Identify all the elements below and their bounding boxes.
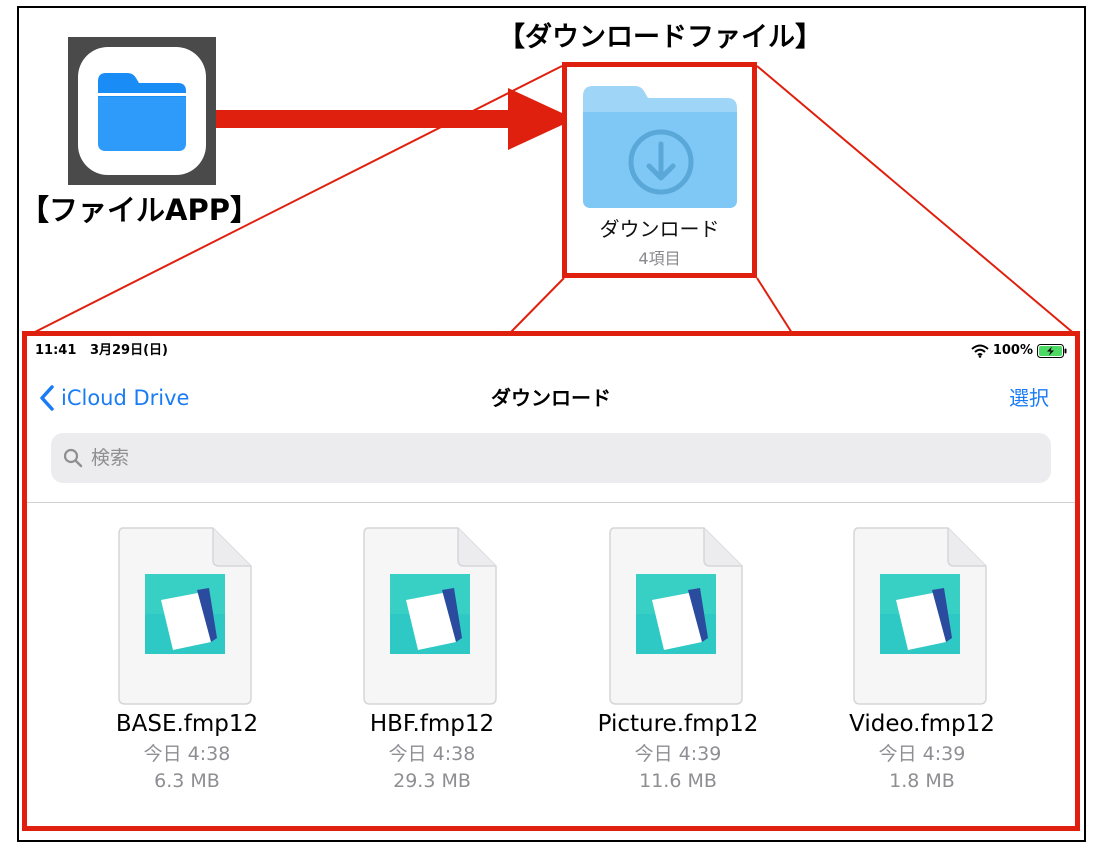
battery-charging-icon (1037, 344, 1067, 358)
back-button-label: iCloud Drive (61, 386, 190, 410)
file-item-base[interactable]: BASE.fmp12 今日 4:38 6.3 MB (67, 526, 307, 806)
file-item-picture[interactable]: Picture.fmp12 今日 4:39 11.6 MB (558, 526, 798, 806)
file-item-hbf[interactable]: HBF.fmp12 今日 4:38 29.3 MB (312, 526, 552, 806)
filemaker-document-icon (609, 527, 743, 705)
filemaker-document-icon (118, 527, 252, 705)
app-caption: 【ファイルAPP】 (20, 193, 259, 227)
search-icon (63, 448, 83, 468)
file-name: Picture.fmp12 (597, 711, 759, 737)
folder-callout-title: 【ダウンロードファイル】 (498, 22, 822, 53)
wifi-icon (971, 344, 989, 358)
filemaker-document-icon (363, 527, 497, 705)
file-date: 今日 4:38 (388, 743, 476, 765)
navigation-bar: iCloud Drive ダウンロード 選択 (27, 376, 1075, 420)
filemaker-document-icon (853, 527, 987, 705)
select-button[interactable]: 選択 (1009, 376, 1049, 420)
page-title: ダウンロード (491, 386, 611, 410)
download-folder-highlight: ダウンロード 4項目 (562, 62, 757, 278)
ipad-files-screen: 11:41 3月29日(日) 100% iCloud Drive ダウンロード … (22, 331, 1080, 831)
file-date: 今日 4:38 (143, 743, 231, 765)
tutorial-figure: 【ファイルAPP】 【ダウンロードファイル】 ダウンロード 4項目 11:41 … (0, 0, 1102, 850)
file-grid: BASE.fmp12 今日 4:38 6.3 MB HBF.fmp12 今日 4… (27, 526, 1075, 806)
header-divider (27, 502, 1075, 503)
file-name: HBF.fmp12 (369, 711, 495, 737)
file-name: BASE.fmp12 (115, 711, 259, 737)
back-button[interactable]: iCloud Drive (39, 376, 189, 420)
file-date: 今日 4:39 (878, 743, 966, 765)
file-size: 6.3 MB (154, 770, 220, 792)
file-date: 今日 4:39 (634, 743, 722, 765)
status-date: 3月29日(日) (89, 343, 168, 358)
files-app-icon-tile (68, 37, 216, 185)
files-app-icon (78, 47, 206, 175)
search-bar[interactable] (51, 433, 1051, 483)
status-bar: 11:41 3月29日(日) 100% (27, 336, 1075, 366)
download-folder-icon (583, 86, 737, 208)
file-size: 11.6 MB (639, 770, 717, 792)
battery-percent: 100% (992, 343, 1033, 358)
chevron-left-icon (40, 385, 54, 411)
file-size: 29.3 MB (393, 770, 471, 792)
folder-name: ダウンロード (599, 217, 720, 241)
search-input[interactable] (89, 437, 1013, 479)
file-item-video[interactable]: Video.fmp12 今日 4:39 1.8 MB (802, 526, 1042, 806)
file-name: Video.fmp12 (849, 711, 995, 737)
folder-item-count: 4項目 (638, 249, 681, 268)
file-size: 1.8 MB (889, 770, 955, 792)
status-time: 11:41 (35, 343, 77, 358)
folder-icon (98, 73, 186, 151)
